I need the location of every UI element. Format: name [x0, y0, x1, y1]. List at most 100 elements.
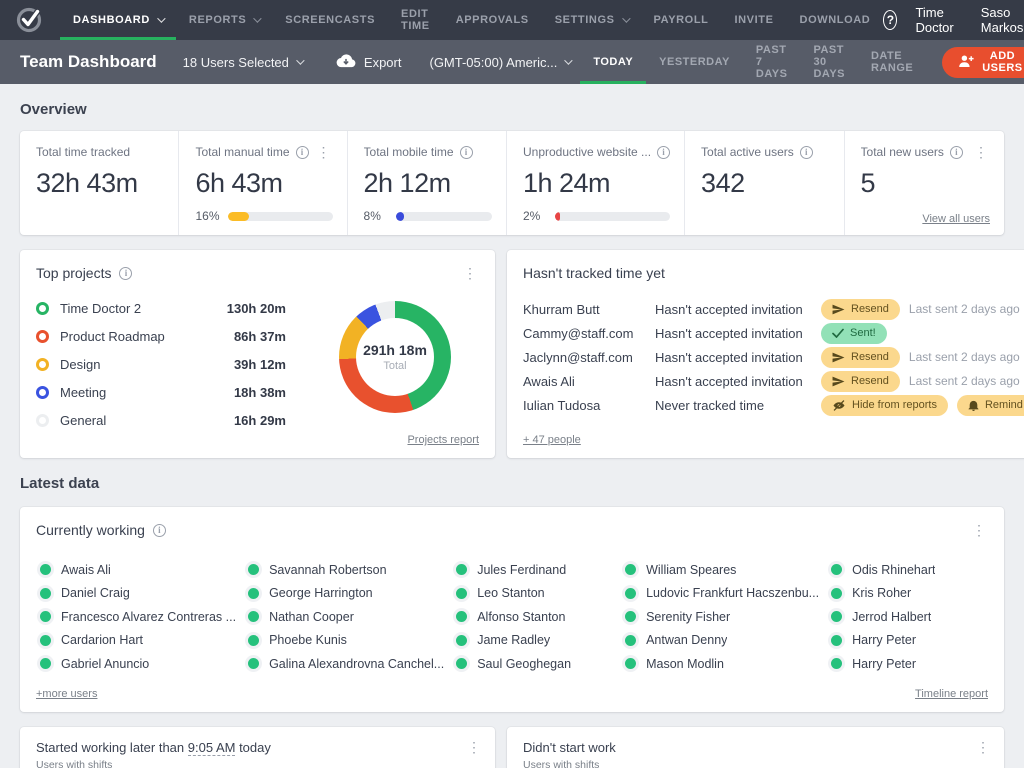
online-status-dot	[248, 564, 259, 575]
users-selected-dropdown[interactable]: 18 Users Selected	[183, 55, 302, 70]
working-user: Harry Peter	[827, 652, 988, 676]
help-icon[interactable]	[883, 10, 897, 30]
working-user: Antwan Denny	[621, 629, 819, 653]
hide-button[interactable]: Hide from reports	[821, 395, 948, 416]
didnt-start-card: Didn't start work Users with shifts	[507, 727, 1004, 768]
resend-button[interactable]: Resend	[821, 347, 900, 368]
stat-value: 2h 12m	[364, 168, 492, 199]
add-users-button[interactable]: ADD USERS	[942, 47, 1024, 78]
hide-icon	[832, 400, 846, 411]
date-tab-past-7-days[interactable]: Past 7 Days	[743, 40, 801, 84]
chevron-down-icon	[622, 14, 630, 22]
more-users-link[interactable]: +more users	[36, 688, 97, 700]
nav-item-settings[interactable]: Settings	[542, 0, 641, 40]
info-icon[interactable]	[153, 524, 166, 537]
kebab-menu-icon[interactable]	[974, 740, 992, 754]
stat-value: 6h 43m	[195, 168, 332, 199]
working-user: Harry Peter	[827, 629, 988, 653]
project-color-ring	[36, 386, 49, 399]
invite-status: Hasn't accepted invitation	[655, 326, 821, 341]
shift-time-value[interactable]: 9:05 AM	[188, 740, 236, 756]
view-all-users-link[interactable]: View all users	[922, 213, 990, 225]
online-status-dot	[456, 611, 467, 622]
progress-track	[555, 212, 670, 221]
info-icon[interactable]	[950, 146, 963, 159]
online-status-dot	[40, 658, 51, 669]
online-status-dot	[625, 588, 636, 599]
person-name: Cammy@staff.com	[523, 326, 655, 341]
date-range-tabs: TodayYesterdayPast 7 DaysPast 30 DaysDat…	[580, 40, 926, 84]
nav-item-approvals[interactable]: Approvals	[443, 0, 542, 40]
resend-icon	[832, 352, 845, 363]
users-with-shifts-link[interactable]: Users with shifts	[523, 759, 599, 768]
working-user: Serenity Fisher	[621, 605, 819, 629]
resend-button[interactable]: Resend	[821, 299, 900, 320]
stat-label: Unproductive website ...	[523, 145, 651, 159]
date-tab-today[interactable]: Today	[580, 40, 646, 84]
date-tab-yesterday[interactable]: Yesterday	[646, 40, 743, 84]
nav-item-dashboard[interactable]: Dashboard	[60, 0, 176, 40]
kebab-menu-icon[interactable]	[461, 266, 479, 280]
nav-item-reports[interactable]: Reports	[176, 0, 272, 40]
resend-button[interactable]: Resend	[821, 371, 900, 392]
kebab-menu-icon[interactable]	[315, 145, 333, 159]
nav-item-invite[interactable]: Invite	[721, 0, 786, 40]
date-tab-past-30-days[interactable]: Past 30 Days	[800, 40, 858, 84]
timeline-report-link[interactable]: Timeline report	[915, 688, 988, 700]
progress-fill	[228, 212, 249, 221]
user-name: Ludovic Frankfurt Hacszenbu...	[646, 586, 819, 600]
stat-card-total-mobile-time: Total mobile time2h 12m8%	[348, 131, 507, 235]
more-people-link[interactable]: + 47 people	[523, 434, 581, 446]
project-row: General16h 29m	[36, 411, 286, 429]
time-doctor-logo-icon[interactable]	[16, 7, 42, 33]
last-sent-note: Last sent 2 days ago	[909, 302, 1020, 316]
projects-report-link[interactable]: Projects report	[407, 434, 479, 446]
project-color-ring	[36, 330, 49, 343]
info-icon[interactable]	[657, 146, 670, 159]
invite-status: Hasn't accepted invitation	[655, 350, 821, 365]
person-name: Jaclynn@staff.com	[523, 350, 655, 365]
users-with-shifts-link[interactable]: Users with shifts	[36, 759, 112, 768]
kebab-menu-icon[interactable]	[972, 145, 990, 159]
not-tracked-row: Jaclynn@staff.comHasn't accepted invitat…	[523, 345, 1024, 369]
project-row: Meeting18h 38m	[36, 383, 286, 401]
kebab-menu-icon[interactable]	[1016, 266, 1024, 280]
user-name: George Harrington	[269, 586, 373, 600]
not-tracked-card: Hasn't tracked time yet Khurram ButtHasn…	[507, 250, 1024, 458]
top-projects-card: Top projects Time Doctor 2130h 20mProduc…	[20, 250, 495, 458]
working-user: Cardarion Hart	[36, 629, 236, 653]
progress-track	[396, 212, 492, 221]
info-icon[interactable]	[800, 146, 813, 159]
not-tracked-rows: Khurram ButtHasn't accepted invitationRe…	[523, 297, 1024, 417]
user-name: Cardarion Hart	[61, 633, 143, 647]
nav-item-payroll[interactable]: Payroll	[641, 0, 722, 40]
top-projects-legend: Time Doctor 2130h 20mProduct Roadmap86h …	[36, 299, 286, 439]
currently-working-card: Currently working Awais AliDaniel CraigF…	[20, 507, 1004, 712]
export-button[interactable]: Export	[336, 54, 402, 71]
kebab-menu-icon[interactable]	[970, 523, 988, 537]
nav-item-edit-time[interactable]: Edit Time	[388, 0, 443, 40]
remind-button[interactable]: Remind	[957, 395, 1024, 416]
online-status-dot	[456, 658, 467, 669]
timezone-dropdown[interactable]: (GMT-05:00) Americ...	[429, 55, 570, 70]
nav-item-download[interactable]: Download	[787, 0, 884, 40]
chevron-down-icon	[296, 56, 304, 64]
stat-card-unproductive-website: Unproductive website ...1h 24m2%	[507, 131, 685, 235]
date-tab-date-range[interactable]: Date Range	[858, 40, 926, 84]
info-icon[interactable]	[296, 146, 309, 159]
user-name[interactable]: Saso Markoski	[981, 5, 1024, 35]
info-icon[interactable]	[460, 146, 473, 159]
online-status-dot	[831, 658, 842, 669]
info-icon[interactable]	[119, 267, 132, 280]
sent-button[interactable]: Sent!	[821, 323, 887, 344]
online-status-dot	[831, 611, 842, 622]
overview-cards: Total time tracked32h 43mTotal manual ti…	[20, 131, 1004, 235]
last-sent-note: Last sent 2 days ago	[909, 374, 1020, 388]
last-sent-note: Last sent 2 days ago	[909, 350, 1020, 364]
kebab-menu-icon[interactable]	[465, 740, 483, 754]
nav-item-screencasts[interactable]: Screencasts	[272, 0, 388, 40]
not-tracked-row: Iulian TudosaNever tracked timeHide from…	[523, 393, 1024, 417]
online-status-dot	[625, 611, 636, 622]
working-user: Jerrod Halbert	[827, 605, 988, 629]
chevron-down-icon	[253, 14, 261, 22]
